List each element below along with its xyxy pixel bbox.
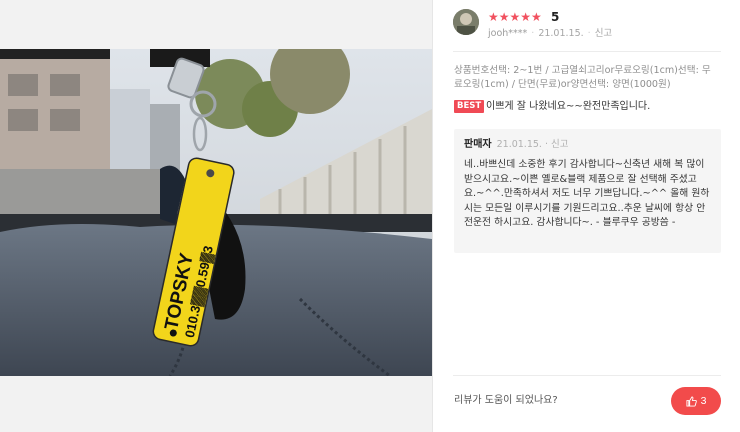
review-date: 21.01.15.: [538, 28, 584, 39]
helpful-count: 3: [700, 395, 707, 407]
avatar-image: [453, 9, 479, 35]
seller-reply-text: 네..바쁘신데 소중한 후기 감사합니다~신축년 새해 복 많이 받으시고요.~…: [464, 159, 710, 228]
photo-panel: TOPSKY 010.3▓▓0.59▓3: [0, 0, 432, 432]
rating-value: 5: [551, 10, 560, 24]
divider: [453, 375, 721, 376]
review-content: BEST 이쁘게 잘 나왔네요~~완전만족입니다.: [454, 99, 719, 115]
thumbs-up-icon: [686, 395, 697, 407]
seller-reply-date: 21.01.15.: [496, 139, 542, 150]
seller-report-link[interactable]: 신고: [551, 139, 568, 150]
best-badge: BEST: [454, 100, 485, 113]
helpful-button[interactable]: 3: [671, 387, 721, 415]
reviewer-name: jooh****: [488, 28, 528, 39]
review-header: ★★★★★ 5 jooh**** · 21.01.15. · 신고: [453, 9, 723, 49]
divider: [453, 51, 721, 52]
seller-name: 판매자: [464, 139, 492, 150]
purchase-options: 상품번호선택: 2~1번 / 고급열쇠고리or무료오링(1cm)선택: 무료오링…: [454, 65, 711, 90]
review-text: 이쁘게 잘 나왔네요~~완전만족입니다.: [486, 101, 651, 112]
meta-separator: ·: [541, 139, 551, 150]
review-meta: jooh**** · 21.01.15. · 신고: [488, 28, 612, 40]
helpful-question: 리뷰가 도움이 되었나요?: [454, 395, 558, 406]
review-panel: ★★★★★ 5 jooh**** · 21.01.15. · 신고 상품번호선택: 2~…: [432, 0, 740, 432]
keychain-photo-image: TOPSKY 010.3▓▓0.59▓3: [0, 49, 432, 376]
report-link[interactable]: 신고: [595, 28, 612, 39]
meta-separator: ·: [587, 28, 591, 39]
meta-separator: ·: [531, 28, 535, 39]
rating-stars: ★★★★★: [488, 10, 542, 24]
review-photo[interactable]: TOPSKY 010.3▓▓0.59▓3: [0, 49, 432, 376]
avatar: [453, 9, 479, 35]
seller-reply-header: 판매자 21.01.15. · 신고: [464, 138, 568, 151]
seller-reply: 판매자 21.01.15. · 신고 네..바쁘신데 소중한 후기 감사합니다~신…: [454, 129, 721, 253]
